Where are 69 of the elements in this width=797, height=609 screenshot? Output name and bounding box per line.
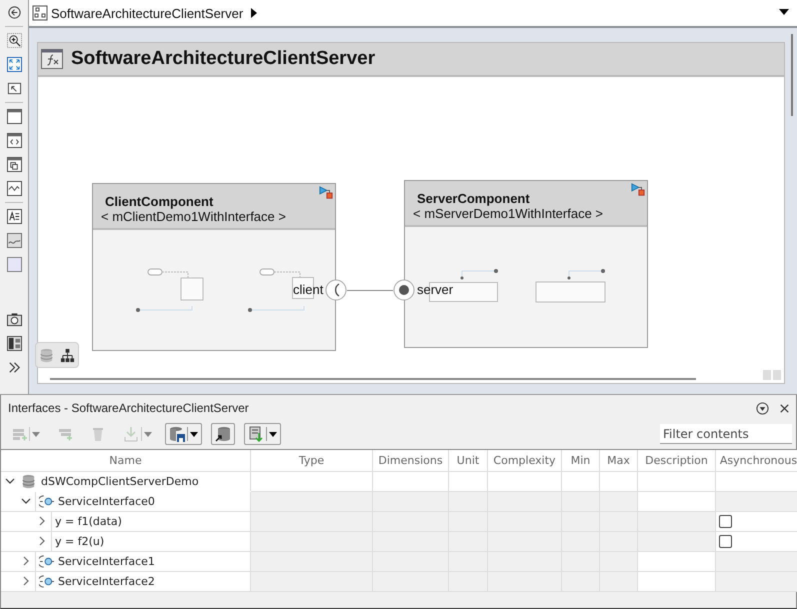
column-header[interactable]: Complexity: [488, 450, 562, 471]
component-name: ClientComponent: [104, 194, 214, 209]
interface-icon: [39, 554, 54, 568]
zoom-icon[interactable]: [6, 33, 22, 48]
column-header[interactable]: Max: [600, 450, 638, 471]
scrollbar[interactable]: [50, 378, 696, 380]
caret-icon[interactable]: [251, 8, 258, 18]
close-icon[interactable]: [778, 402, 791, 414]
toolbar-button[interactable]: [244, 423, 281, 445]
connector-line: [347, 290, 393, 291]
fit-view-icon[interactable]: [6, 57, 22, 72]
text-block-icon[interactable]: [6, 209, 22, 224]
chart-block-icon[interactable]: [6, 181, 22, 196]
window-icon[interactable]: [6, 109, 22, 124]
component-reference: < mServerDemo1WithInterface >: [413, 206, 604, 221]
column-header[interactable]: Min: [562, 450, 600, 471]
column-header[interactable]: Name: [1, 450, 250, 471]
dropdown-icon[interactable]: [779, 9, 789, 15]
column-header[interactable]: Dimensions: [372, 450, 448, 471]
resize-grip[interactable]: [763, 370, 781, 380]
panel-title: Interfaces - SoftwareArchitectureClientServer: [8, 401, 250, 415]
checkbox[interactable]: [719, 534, 732, 548]
interface-icon: [39, 574, 54, 588]
arrow-box-icon[interactable]: [6, 81, 22, 96]
tree-item[interactable]: y = f2(u): [55, 534, 104, 548]
column-header[interactable]: Type: [250, 450, 372, 471]
back-icon[interactable]: [6, 5, 22, 20]
server-port-icon[interactable]: [393, 279, 415, 301]
column-header[interactable]: Unit: [448, 450, 488, 471]
toolbar-icon: [90, 426, 106, 442]
variant-icon: [631, 183, 645, 197]
copy-block-icon[interactable]: [6, 157, 22, 172]
properties-icon[interactable]: [6, 336, 22, 351]
port-label: server: [417, 282, 454, 297]
component-block[interactable]: ClientComponent < mClientDemo1WithInterface > client: [92, 183, 336, 351]
variant-icon: [319, 186, 333, 200]
interface-icon: [39, 494, 54, 508]
breadcrumb-link[interactable]: SoftwareArchitectureClientServer: [51, 6, 244, 20]
component-name: ServerComponent: [416, 191, 530, 206]
scrollbar[interactable]: [791, 34, 793, 116]
column-header[interactable]: Asynchronous: [716, 450, 797, 471]
toolbar-icon: [215, 426, 231, 442]
tree-item[interactable]: y = f1(data): [55, 514, 122, 528]
hierarchy-icon[interactable]: [60, 348, 75, 362]
toolbar-icon: [123, 426, 139, 442]
column-header[interactable]: Description: [638, 450, 716, 471]
toolbar-icon: [248, 426, 264, 442]
menu-icon[interactable]: [756, 402, 769, 414]
diagram-title: SoftwareArchitectureClientServer: [71, 48, 376, 70]
client-port-icon[interactable]: [325, 279, 347, 301]
database-icon[interactable]: [39, 348, 54, 362]
image-block-icon[interactable]: [6, 233, 22, 248]
port-label: client: [293, 282, 324, 297]
filter-field[interactable]: Filter contents: [660, 424, 792, 444]
database-icon: [22, 474, 37, 488]
component-reference: < mClientDemo1WithInterface >: [101, 209, 286, 224]
model-icon: [32, 5, 48, 21]
toolbar-button[interactable]: [165, 423, 202, 445]
chevron-double-icon[interactable]: [6, 360, 22, 375]
checkbox[interactable]: [719, 514, 732, 528]
component-block[interactable]: ServerComponent < mServerDemo1WithInterface > server: [404, 180, 648, 348]
toolbar-icon: [169, 426, 185, 442]
camera-icon[interactable]: [6, 312, 22, 327]
toolbar-button[interactable]: [211, 423, 235, 445]
toolbar-icon: [11, 426, 27, 442]
area-block-icon[interactable]: [6, 257, 22, 272]
code-block-icon[interactable]: [6, 133, 22, 148]
toolbar-icon: [57, 426, 73, 442]
function-icon: [41, 49, 63, 69]
